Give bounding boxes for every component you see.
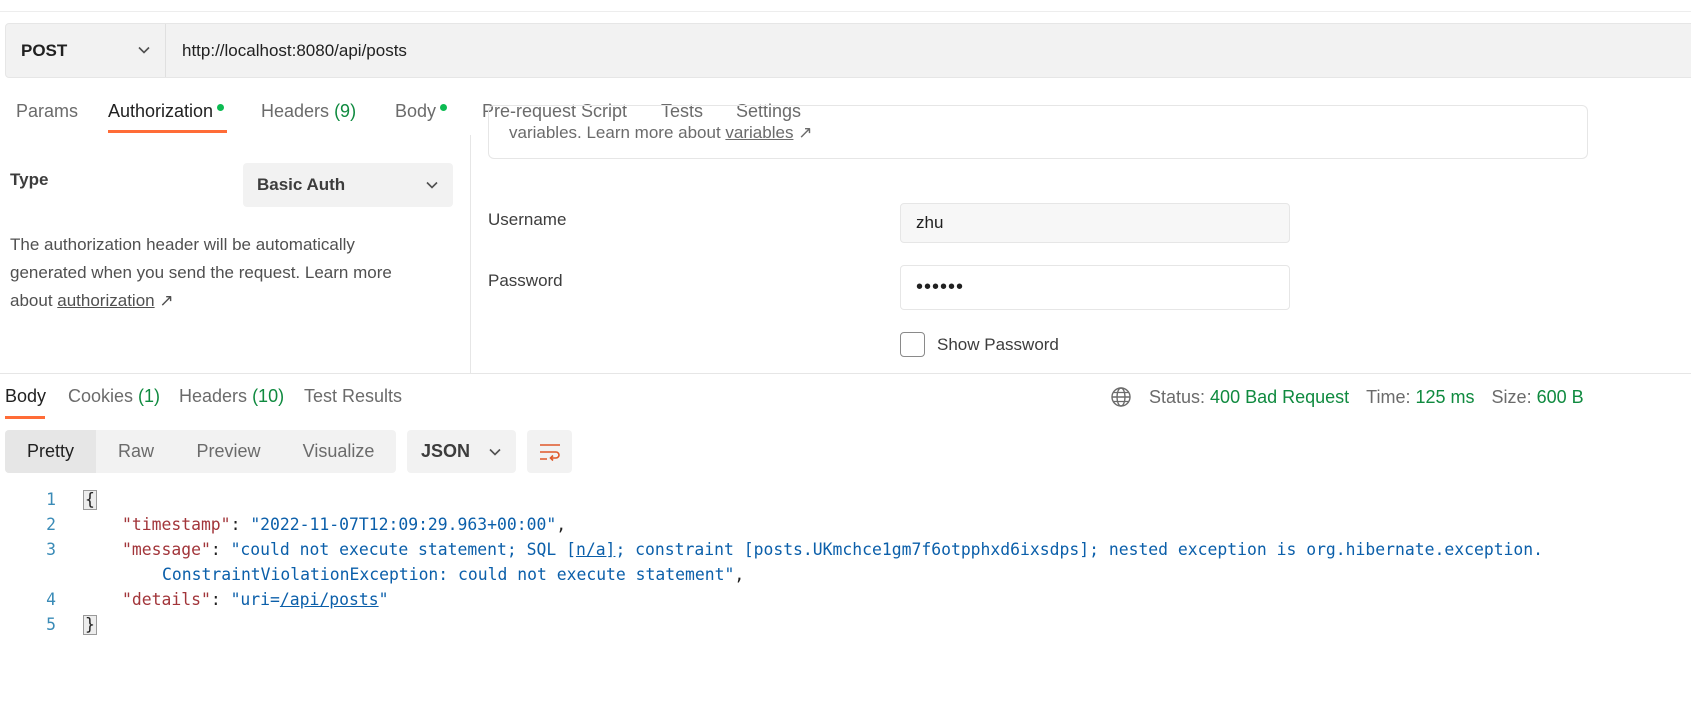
time-label: Time: (1366, 386, 1411, 407)
variables-info-text: variables. Learn more about variables ↗ (509, 123, 812, 143)
time-value: 125 ms (1415, 386, 1475, 407)
status-info[interactable]: Status: 400 Bad Request (1149, 387, 1349, 408)
size-label: Size: (1491, 386, 1532, 407)
tab-label: Cookies (68, 386, 134, 406)
tab-label: Headers (179, 386, 248, 406)
top-divider (0, 11, 1691, 12)
json-string: " (378, 590, 389, 609)
tab-label: Params (16, 101, 79, 121)
url-input[interactable]: http://localhost:8080/api/posts (182, 24, 407, 77)
tab-label: Body (395, 101, 437, 121)
variables-link[interactable]: variables (725, 123, 793, 142)
view-visualize-button[interactable]: Visualize (281, 430, 396, 473)
globe-icon[interactable] (1110, 386, 1132, 408)
modified-dot-icon (217, 103, 225, 111)
code-line: "message": "could not execute statement;… (122, 540, 1544, 559)
code-line: { (83, 490, 97, 510)
chevron-down-icon (138, 46, 150, 54)
method-label: POST (21, 40, 68, 60)
external-link-icon: ↗ (798, 123, 813, 142)
status-label: Status: (1149, 386, 1206, 407)
auth-fields-pane: variables. Learn more about variables ↗ … (471, 105, 1691, 373)
view-raw-button[interactable]: Raw (96, 430, 176, 473)
json-string: "uri= (230, 590, 280, 609)
json-link[interactable]: /api/posts (280, 590, 379, 609)
external-link-icon: ↗ (159, 291, 174, 310)
show-password-label: Show Password (937, 335, 1059, 354)
status-value: 400 Bad Request (1210, 386, 1350, 407)
code-line: } (83, 615, 97, 635)
auth-type-label: Type (10, 170, 49, 189)
tab-body[interactable]: Body (395, 101, 448, 122)
tab-count: (9) (334, 101, 357, 121)
auth-type-value: Basic Auth (257, 175, 346, 194)
password-label: Password (488, 271, 563, 290)
tab-authorization[interactable]: Authorization (108, 101, 225, 122)
auth-type-pane: Type Basic Auth The authorization header… (0, 135, 471, 373)
password-input[interactable]: •••••• (900, 265, 1290, 310)
tab-label: Authorization (108, 101, 214, 121)
code-line: "details": "uri=/api/posts" (122, 590, 389, 609)
line-number: 3 (46, 540, 56, 559)
tab-count: (1) (138, 386, 161, 406)
size-value: 600 B (1536, 386, 1584, 407)
time-info[interactable]: Time: 125 ms (1366, 387, 1474, 408)
response-tab-body[interactable]: Body (5, 386, 46, 407)
response-status-bar: Status: 400 Bad Request Time: 125 ms Siz… (1110, 386, 1601, 408)
tab-label: Test Results (304, 386, 403, 406)
modified-dot-icon (440, 103, 448, 111)
response-tabs: Body Cookies (1) Headers (10) Test Resul… (0, 376, 1691, 419)
tab-label: Body (5, 386, 47, 406)
json-key: "timestamp" (122, 515, 231, 534)
chevron-down-icon (489, 448, 501, 456)
auth-type-dropdown[interactable]: Basic Auth (243, 163, 453, 207)
code-line-wrap: ConstraintViolationException: could not … (162, 565, 745, 584)
method-dropdown[interactable]: POST (6, 24, 166, 77)
format-value: JSON (421, 441, 471, 461)
request-url-bar: POST http://localhost:8080/api/posts (5, 23, 1691, 78)
wrap-lines-button[interactable] (527, 430, 572, 473)
line-number: 4 (46, 590, 56, 609)
response-tab-headers[interactable]: Headers (10) (179, 386, 284, 407)
json-key: "details" (122, 590, 211, 609)
view-pretty-button[interactable]: Pretty (5, 430, 96, 473)
line-number: 2 (46, 515, 56, 534)
size-info[interactable]: Size: 600 B (1492, 387, 1584, 408)
close-brace: } (83, 615, 97, 635)
view-mode-group: Pretty Raw Preview Visualize (5, 430, 396, 473)
json-link[interactable]: n/a] (576, 540, 615, 559)
view-preview-button[interactable]: Preview (176, 430, 281, 473)
response-tab-test-results[interactable]: Test Results (304, 386, 402, 407)
json-string: "2022-11-07T12:09:29.963+00:00" (250, 515, 557, 534)
response-tab-cookies[interactable]: Cookies (1) (68, 386, 160, 407)
code-line: "timestamp": "2022-11-07T12:09:29.963+00… (122, 515, 567, 534)
username-label: Username (488, 210, 567, 229)
tab-label: Headers (261, 101, 330, 121)
active-tab-indicator (5, 416, 45, 419)
active-tab-indicator (108, 130, 227, 133)
format-dropdown[interactable]: JSON (407, 430, 516, 473)
json-string: "could not execute statement; SQL [ (230, 540, 576, 559)
chevron-down-icon (426, 181, 438, 189)
username-input[interactable]: zhu (900, 203, 1290, 243)
line-number: 1 (46, 490, 56, 509)
wrap-lines-icon (539, 443, 560, 461)
pane-divider[interactable] (0, 373, 1691, 374)
tab-headers[interactable]: Headers (9) (261, 101, 356, 122)
line-number: 5 (46, 615, 56, 634)
json-key: "message" (122, 540, 211, 559)
authorization-link[interactable]: authorization (57, 291, 154, 310)
tab-params[interactable]: Params (16, 101, 78, 122)
json-string: ConstraintViolationException: could not … (162, 565, 735, 584)
info-prefix: variables. Learn more about (509, 123, 726, 142)
tab-count: (10) (252, 386, 285, 406)
auth-description: The authorization header will be automat… (10, 231, 430, 315)
show-password-checkbox[interactable] (900, 332, 925, 357)
open-brace: { (83, 490, 97, 510)
json-string: ; constraint [posts.UKmchce1gm7f6otpphxd… (615, 540, 1544, 559)
